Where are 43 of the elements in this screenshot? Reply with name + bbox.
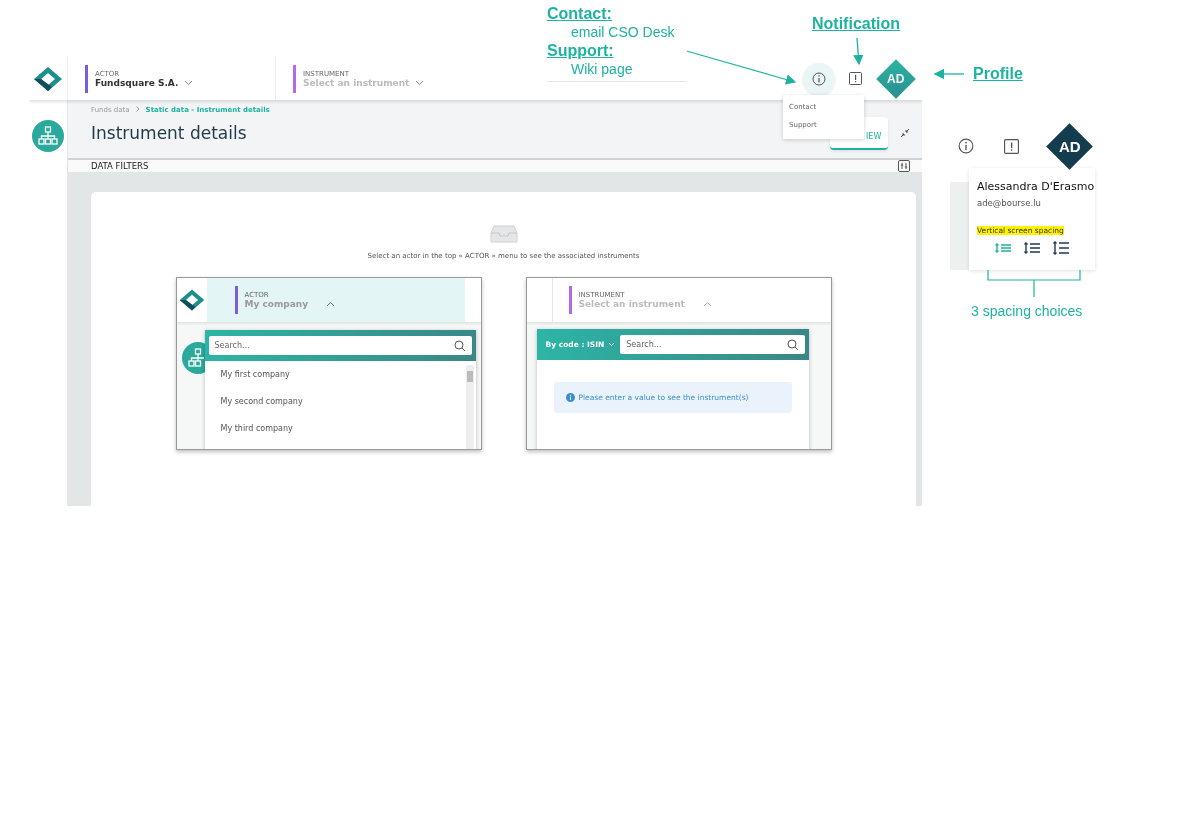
annotation-heading: Notification bbox=[812, 14, 900, 33]
logo-icon bbox=[32, 65, 64, 92]
scrollbar[interactable] bbox=[465, 365, 474, 449]
hierarchy-icon[interactable] bbox=[32, 120, 64, 152]
info-button[interactable] bbox=[803, 62, 835, 95]
search-icon bbox=[786, 339, 799, 351]
filter-settings-icon[interactable] bbox=[898, 160, 910, 172]
info-icon bbox=[812, 71, 826, 86]
list-item[interactable]: My third company bbox=[220, 424, 464, 449]
search-field[interactable]: Search... bbox=[208, 336, 472, 355]
chevron-icon bbox=[326, 301, 336, 307]
user-name: Alessandra D'Erasmo bbox=[977, 180, 1095, 193]
annotation-heading: Contact: bbox=[547, 4, 612, 23]
inbox-icon bbox=[489, 225, 518, 243]
notification-icon[interactable] bbox=[1004, 138, 1019, 154]
chevron-icon bbox=[608, 342, 616, 347]
profile-avatar[interactable]: AD bbox=[1046, 122, 1093, 170]
chevron-icon bbox=[415, 79, 425, 86]
notification-icon[interactable] bbox=[849, 72, 862, 85]
annotation-arrow bbox=[853, 37, 864, 66]
collapse-icon[interactable] bbox=[900, 128, 910, 138]
annotation-heading: Support: bbox=[547, 41, 614, 60]
annotation-text: 3 spacing choices bbox=[971, 303, 1084, 319]
chevron-icon bbox=[135, 106, 140, 112]
annotation-arrow bbox=[933, 68, 965, 80]
selector-value: Fundsquare S.A. bbox=[95, 77, 194, 88]
selector-value: Select an instrument bbox=[303, 77, 425, 88]
search-field[interactable]: Search... bbox=[620, 335, 805, 354]
chevron-icon bbox=[702, 301, 712, 307]
user-email: ade@bourse.lu bbox=[977, 198, 1042, 208]
info-icon bbox=[565, 393, 575, 402]
chevron-icon bbox=[184, 79, 194, 86]
line-spacing-icon[interactable] bbox=[1052, 241, 1070, 255]
list-item[interactable]: My second company bbox=[220, 397, 464, 424]
info-icon[interactable] bbox=[958, 138, 974, 154]
line-spacing-icon[interactable] bbox=[1023, 241, 1041, 255]
annotation-heading: Profile bbox=[973, 64, 1023, 83]
filters-title: DATA FILTERS bbox=[91, 161, 149, 171]
search-icon bbox=[453, 340, 466, 352]
page-title: Instrument details bbox=[91, 123, 247, 143]
annotation-text: email CSO Desk bbox=[571, 23, 676, 41]
annotation-text: Wiki page bbox=[571, 60, 634, 78]
list-item[interactable]: My first company bbox=[220, 370, 464, 397]
